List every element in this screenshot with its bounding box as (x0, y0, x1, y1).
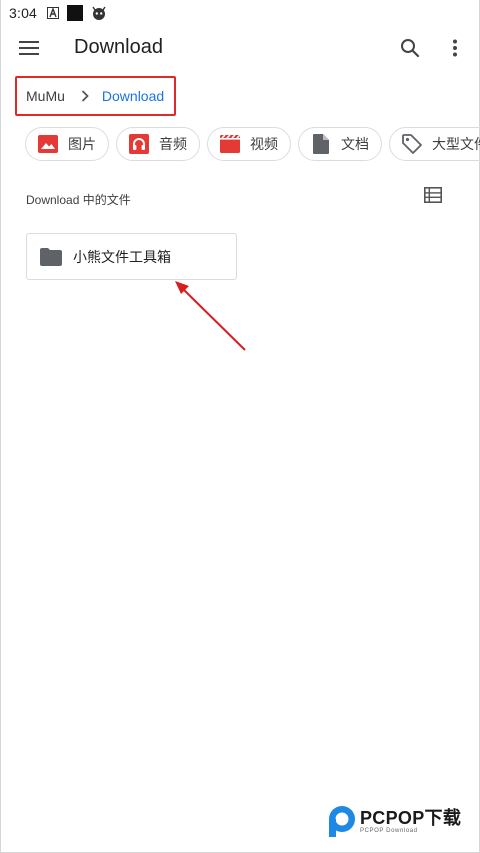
chip-large-files-label: 大型文件 (432, 136, 480, 152)
image-icon (37, 133, 59, 155)
status-bar: 3:04 (1, 0, 480, 26)
chip-audio[interactable]: 音频 (116, 127, 200, 161)
view-toggle-button[interactable] (422, 186, 444, 208)
watermark-brand: PCPOP下载 (360, 807, 462, 828)
black-square-icon (67, 5, 84, 21)
folder-icon (40, 247, 62, 266)
search-button[interactable] (396, 36, 424, 64)
filter-chips: 图片 音频 视频 文档 大型文件 (25, 127, 480, 161)
headphones-icon (128, 133, 150, 155)
more-vert-icon (452, 39, 458, 62)
watermark: PCPOP下载 PCPOP Download (325, 803, 473, 839)
annotation-arrow (175, 281, 246, 351)
android-robot-icon (91, 5, 107, 21)
breadcrumb-current[interactable]: Download (102, 88, 164, 104)
search-icon (400, 38, 420, 63)
chip-documents[interactable]: 文档 (298, 127, 382, 161)
tag-icon (401, 133, 423, 155)
movie-icon (219, 133, 241, 155)
font-icon (47, 7, 60, 19)
chip-audio-label: 音频 (159, 136, 187, 152)
section-title: Download 中的文件 (26, 193, 131, 207)
pcpop-logo-icon (329, 806, 355, 837)
chip-images[interactable]: 图片 (25, 127, 109, 161)
breadcrumb-root[interactable]: MuMu (26, 88, 65, 104)
chip-large-files[interactable]: 大型文件 (389, 127, 480, 161)
breadcrumb: MuMu Download (15, 76, 176, 116)
file-item-name: 小熊文件工具箱 (73, 248, 171, 265)
watermark-sub: PCPOP Download (360, 827, 418, 834)
app-title: Download (74, 36, 163, 58)
menu-button[interactable] (15, 37, 43, 63)
menu-icon (19, 40, 39, 61)
chip-documents-label: 文档 (341, 136, 369, 152)
list-view-icon (424, 186, 442, 208)
chip-videos[interactable]: 视频 (207, 127, 291, 161)
device-frame: 3:04 Download MuMu Download 图片 音频 视频 文档 … (0, 0, 480, 853)
more-options-button[interactable] (443, 36, 467, 64)
chip-images-label: 图片 (68, 136, 96, 152)
document-icon (310, 133, 332, 155)
chevron-right-icon (81, 90, 89, 102)
app-bar: Download (1, 26, 480, 74)
chip-videos-label: 视频 (250, 136, 278, 152)
status-time: 3:04 (9, 5, 38, 21)
file-item[interactable]: 小熊文件工具箱 (26, 233, 237, 280)
